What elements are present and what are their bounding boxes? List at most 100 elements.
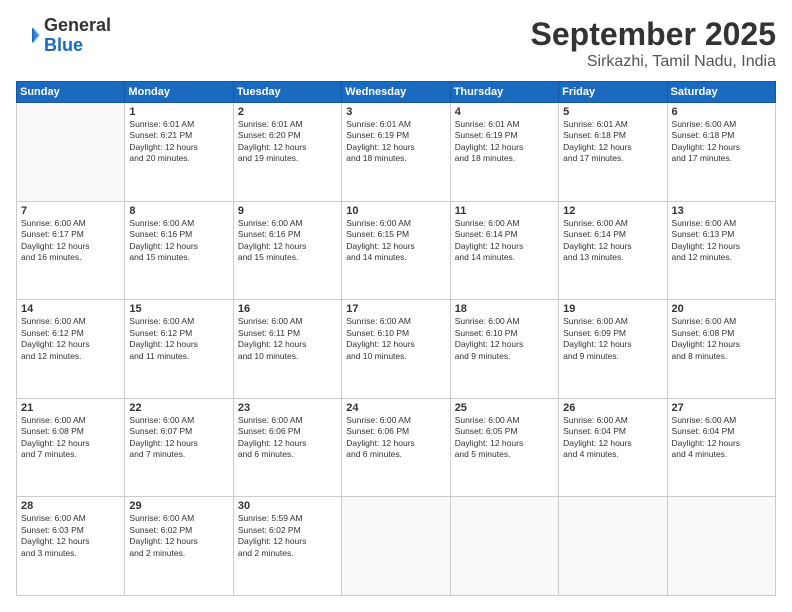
day-info: Sunrise: 6:00 AM Sunset: 6:08 PM Dayligh… [21, 415, 120, 461]
title-block: September 2025 Sirkazhi, Tamil Nadu, Ind… [531, 16, 776, 71]
day-info: Sunrise: 6:00 AM Sunset: 6:13 PM Dayligh… [672, 218, 771, 264]
calendar-header-sunday: Sunday [17, 82, 125, 103]
day-info: Sunrise: 6:00 AM Sunset: 6:12 PM Dayligh… [129, 316, 228, 362]
calendar-cell: 1Sunrise: 6:01 AM Sunset: 6:21 PM Daylig… [125, 103, 233, 202]
calendar-cell: 29Sunrise: 6:00 AM Sunset: 6:02 PM Dayli… [125, 497, 233, 596]
day-number: 4 [455, 106, 554, 118]
logo-icon [16, 24, 40, 48]
calendar-cell: 21Sunrise: 6:00 AM Sunset: 6:08 PM Dayli… [17, 398, 125, 497]
day-number: 6 [672, 106, 771, 118]
day-number: 17 [346, 303, 445, 315]
calendar-header-monday: Monday [125, 82, 233, 103]
day-info: Sunrise: 6:00 AM Sunset: 6:11 PM Dayligh… [238, 316, 337, 362]
day-info: Sunrise: 6:00 AM Sunset: 6:14 PM Dayligh… [455, 218, 554, 264]
calendar-table: SundayMondayTuesdayWednesdayThursdayFrid… [16, 81, 776, 596]
day-info: Sunrise: 6:00 AM Sunset: 6:02 PM Dayligh… [129, 513, 228, 559]
calendar-week-row: 21Sunrise: 6:00 AM Sunset: 6:08 PM Dayli… [17, 398, 776, 497]
day-number: 2 [238, 106, 337, 118]
calendar-header-thursday: Thursday [450, 82, 558, 103]
day-info: Sunrise: 6:00 AM Sunset: 6:06 PM Dayligh… [346, 415, 445, 461]
calendar-header-wednesday: Wednesday [342, 82, 450, 103]
calendar-cell: 27Sunrise: 6:00 AM Sunset: 6:04 PM Dayli… [667, 398, 775, 497]
day-number: 11 [455, 205, 554, 217]
calendar-cell: 22Sunrise: 6:00 AM Sunset: 6:07 PM Dayli… [125, 398, 233, 497]
day-info: Sunrise: 6:00 AM Sunset: 6:07 PM Dayligh… [129, 415, 228, 461]
calendar-cell: 18Sunrise: 6:00 AM Sunset: 6:10 PM Dayli… [450, 300, 558, 399]
calendar-cell: 6Sunrise: 6:00 AM Sunset: 6:18 PM Daylig… [667, 103, 775, 202]
day-info: Sunrise: 6:00 AM Sunset: 6:06 PM Dayligh… [238, 415, 337, 461]
day-number: 10 [346, 205, 445, 217]
calendar-week-row: 14Sunrise: 6:00 AM Sunset: 6:12 PM Dayli… [17, 300, 776, 399]
calendar-cell: 28Sunrise: 6:00 AM Sunset: 6:03 PM Dayli… [17, 497, 125, 596]
calendar-cell: 23Sunrise: 6:00 AM Sunset: 6:06 PM Dayli… [233, 398, 341, 497]
logo-general-text: General [44, 15, 111, 35]
page: General Blue September 2025 Sirkazhi, Ta… [0, 0, 792, 612]
day-info: Sunrise: 6:00 AM Sunset: 6:10 PM Dayligh… [346, 316, 445, 362]
day-info: Sunrise: 6:01 AM Sunset: 6:19 PM Dayligh… [346, 119, 445, 165]
day-number: 7 [21, 205, 120, 217]
day-info: Sunrise: 6:00 AM Sunset: 6:18 PM Dayligh… [672, 119, 771, 165]
logo-blue-text: Blue [44, 35, 83, 55]
calendar-header-row: SundayMondayTuesdayWednesdayThursdayFrid… [17, 82, 776, 103]
day-number: 22 [129, 402, 228, 414]
day-info: Sunrise: 6:00 AM Sunset: 6:09 PM Dayligh… [563, 316, 662, 362]
day-info: Sunrise: 6:00 AM Sunset: 6:15 PM Dayligh… [346, 218, 445, 264]
day-number: 15 [129, 303, 228, 315]
day-info: Sunrise: 6:00 AM Sunset: 6:16 PM Dayligh… [238, 218, 337, 264]
day-info: Sunrise: 6:00 AM Sunset: 6:14 PM Dayligh… [563, 218, 662, 264]
day-number: 19 [563, 303, 662, 315]
calendar-cell [17, 103, 125, 202]
calendar-week-row: 7Sunrise: 6:00 AM Sunset: 6:17 PM Daylig… [17, 201, 776, 300]
day-number: 14 [21, 303, 120, 315]
day-number: 20 [672, 303, 771, 315]
day-info: Sunrise: 6:00 AM Sunset: 6:05 PM Dayligh… [455, 415, 554, 461]
day-info: Sunrise: 6:00 AM Sunset: 6:16 PM Dayligh… [129, 218, 228, 264]
day-number: 1 [129, 106, 228, 118]
calendar-cell: 2Sunrise: 6:01 AM Sunset: 6:20 PM Daylig… [233, 103, 341, 202]
location-subtitle: Sirkazhi, Tamil Nadu, India [531, 53, 776, 71]
calendar-cell: 16Sunrise: 6:00 AM Sunset: 6:11 PM Dayli… [233, 300, 341, 399]
day-info: Sunrise: 6:01 AM Sunset: 6:21 PM Dayligh… [129, 119, 228, 165]
calendar-cell: 5Sunrise: 6:01 AM Sunset: 6:18 PM Daylig… [559, 103, 667, 202]
calendar-week-row: 1Sunrise: 6:01 AM Sunset: 6:21 PM Daylig… [17, 103, 776, 202]
header: General Blue September 2025 Sirkazhi, Ta… [16, 16, 776, 71]
day-number: 16 [238, 303, 337, 315]
calendar-week-row: 28Sunrise: 6:00 AM Sunset: 6:03 PM Dayli… [17, 497, 776, 596]
calendar-cell: 20Sunrise: 6:00 AM Sunset: 6:08 PM Dayli… [667, 300, 775, 399]
day-number: 8 [129, 205, 228, 217]
day-number: 13 [672, 205, 771, 217]
logo: General Blue [16, 16, 111, 56]
day-number: 23 [238, 402, 337, 414]
day-number: 5 [563, 106, 662, 118]
calendar-cell [450, 497, 558, 596]
day-info: Sunrise: 6:00 AM Sunset: 6:12 PM Dayligh… [21, 316, 120, 362]
day-number: 28 [21, 500, 120, 512]
day-info: Sunrise: 6:01 AM Sunset: 6:20 PM Dayligh… [238, 119, 337, 165]
day-info: Sunrise: 6:00 AM Sunset: 6:10 PM Dayligh… [455, 316, 554, 362]
calendar-header-friday: Friday [559, 82, 667, 103]
calendar-cell: 13Sunrise: 6:00 AM Sunset: 6:13 PM Dayli… [667, 201, 775, 300]
day-number: 21 [21, 402, 120, 414]
calendar-cell [342, 497, 450, 596]
calendar-cell: 19Sunrise: 6:00 AM Sunset: 6:09 PM Dayli… [559, 300, 667, 399]
day-info: Sunrise: 6:00 AM Sunset: 6:08 PM Dayligh… [672, 316, 771, 362]
calendar-cell: 10Sunrise: 6:00 AM Sunset: 6:15 PM Dayli… [342, 201, 450, 300]
calendar-cell: 4Sunrise: 6:01 AM Sunset: 6:19 PM Daylig… [450, 103, 558, 202]
day-number: 9 [238, 205, 337, 217]
calendar-cell [559, 497, 667, 596]
calendar-cell: 26Sunrise: 6:00 AM Sunset: 6:04 PM Dayli… [559, 398, 667, 497]
calendar-cell: 14Sunrise: 6:00 AM Sunset: 6:12 PM Dayli… [17, 300, 125, 399]
day-info: Sunrise: 6:01 AM Sunset: 6:19 PM Dayligh… [455, 119, 554, 165]
day-info: Sunrise: 6:00 AM Sunset: 6:03 PM Dayligh… [21, 513, 120, 559]
calendar-cell: 25Sunrise: 6:00 AM Sunset: 6:05 PM Dayli… [450, 398, 558, 497]
calendar-cell: 7Sunrise: 6:00 AM Sunset: 6:17 PM Daylig… [17, 201, 125, 300]
day-number: 30 [238, 500, 337, 512]
day-info: Sunrise: 6:01 AM Sunset: 6:18 PM Dayligh… [563, 119, 662, 165]
day-number: 18 [455, 303, 554, 315]
calendar-header-saturday: Saturday [667, 82, 775, 103]
calendar-cell: 11Sunrise: 6:00 AM Sunset: 6:14 PM Dayli… [450, 201, 558, 300]
day-info: Sunrise: 5:59 AM Sunset: 6:02 PM Dayligh… [238, 513, 337, 559]
calendar-cell: 12Sunrise: 6:00 AM Sunset: 6:14 PM Dayli… [559, 201, 667, 300]
calendar-cell: 15Sunrise: 6:00 AM Sunset: 6:12 PM Dayli… [125, 300, 233, 399]
day-info: Sunrise: 6:00 AM Sunset: 6:04 PM Dayligh… [672, 415, 771, 461]
